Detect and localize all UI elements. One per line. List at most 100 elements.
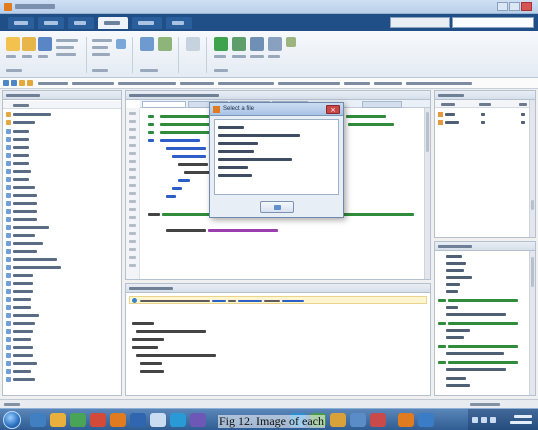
current-folder-bar[interactable] [0,78,538,89]
file-icon [6,337,11,342]
history-item[interactable] [438,288,529,295]
run-time-icon[interactable] [286,37,296,47]
file-icon [6,369,11,374]
ok-button[interactable] [260,201,294,213]
compare-button[interactable] [56,46,74,49]
taskbar-item[interactable] [170,413,186,427]
browse-folder-icon[interactable] [27,80,33,86]
window-close-button[interactable] [521,2,532,11]
history-item[interactable] [438,267,529,274]
taskbar-item[interactable] [418,413,434,427]
taskbar-item[interactable] [130,413,146,427]
taskbar-item[interactable] [110,413,126,427]
breadcrumb[interactable] [38,82,68,85]
minimize-button[interactable] [497,2,508,11]
taskbar-item[interactable] [330,413,346,427]
table-row[interactable] [435,118,535,126]
file-icon [6,321,11,326]
open-icon[interactable] [22,37,36,51]
file-icon [6,265,11,270]
open-label [22,55,32,58]
new-icon[interactable] [6,37,20,51]
history-scrollbar[interactable] [529,251,535,395]
date[interactable] [510,421,532,424]
insert-button[interactable] [92,39,112,42]
history-item[interactable] [438,253,529,260]
command-history-pane [434,241,536,396]
save-icon[interactable] [38,37,52,51]
indent-button[interactable] [92,53,110,56]
editor-scrollbar[interactable] [424,108,430,279]
file-icon [6,353,11,358]
find-files-button[interactable] [56,39,78,42]
history-item[interactable] [438,366,529,373]
matlab-icon [213,106,220,113]
windows-start-icon[interactable] [3,411,21,429]
line-number-gutter [126,108,140,279]
current-folder-pane [2,90,122,396]
tab-home[interactable] [8,17,34,29]
run-section-icon[interactable] [250,37,264,51]
taskbar-item[interactable] [50,413,66,427]
command-window[interactable] [125,283,431,396]
history-item[interactable] [438,260,529,267]
figure-caption: Fig 12. Image of each [218,414,325,428]
taskbar-item[interactable] [70,413,86,427]
tab-view[interactable] [166,17,192,29]
editor-tab[interactable] [142,101,186,108]
search-documentation-input[interactable] [452,17,534,28]
taskbar-item[interactable] [150,413,166,427]
history-item[interactable] [438,274,529,281]
file-icon [6,233,11,238]
file-icon [6,281,11,286]
breakpoints-icon[interactable] [186,37,200,51]
table-row[interactable] [435,110,535,118]
file-icon [6,209,11,214]
forward-icon[interactable] [11,80,17,86]
taskbar-item[interactable] [90,413,106,427]
history-item[interactable] [438,304,529,311]
run-icon[interactable] [214,37,228,51]
taskbar-item[interactable] [398,413,414,427]
editor-tab[interactable] [362,101,402,108]
history-item[interactable] [438,350,529,357]
tab-editor[interactable] [98,17,128,29]
taskbar-item[interactable] [370,413,386,427]
history-item[interactable] [438,281,529,288]
find-icon[interactable] [158,37,172,51]
maximize-button[interactable] [509,2,520,11]
back-icon[interactable] [3,80,9,86]
system-tray [468,409,538,430]
history-item[interactable] [438,327,529,334]
comment-button[interactable] [92,46,108,49]
history-item[interactable] [438,375,529,382]
go-to-icon[interactable] [140,37,154,51]
name-column-header[interactable] [3,101,121,109]
run-advance-icon[interactable] [232,37,246,51]
tab-apps[interactable] [68,17,94,29]
fx-icon[interactable] [116,39,126,49]
save-label [38,55,48,58]
taskbar-item[interactable] [30,413,46,427]
dialog-listbox[interactable] [214,119,339,195]
quick-access-bar[interactable] [390,17,450,28]
file-icon [6,297,11,302]
workspace-columns[interactable] [435,100,535,108]
history-separator [438,297,529,304]
history-item[interactable] [438,334,529,341]
history-separator [438,359,529,366]
up-folder-icon[interactable] [19,80,25,86]
advance-icon[interactable] [268,37,282,51]
taskbar-item[interactable] [190,413,206,427]
info-icon [132,298,137,303]
print-button[interactable] [56,53,76,56]
workspace-scrollbar[interactable] [529,100,535,237]
history-separator [438,320,529,327]
history-item[interactable] [438,382,529,389]
clock[interactable] [514,415,532,418]
tab-publish[interactable] [132,17,162,29]
close-icon[interactable]: × [326,105,340,114]
taskbar-item[interactable] [350,413,366,427]
tab-plots[interactable] [38,17,64,29]
history-item[interactable] [438,311,529,318]
